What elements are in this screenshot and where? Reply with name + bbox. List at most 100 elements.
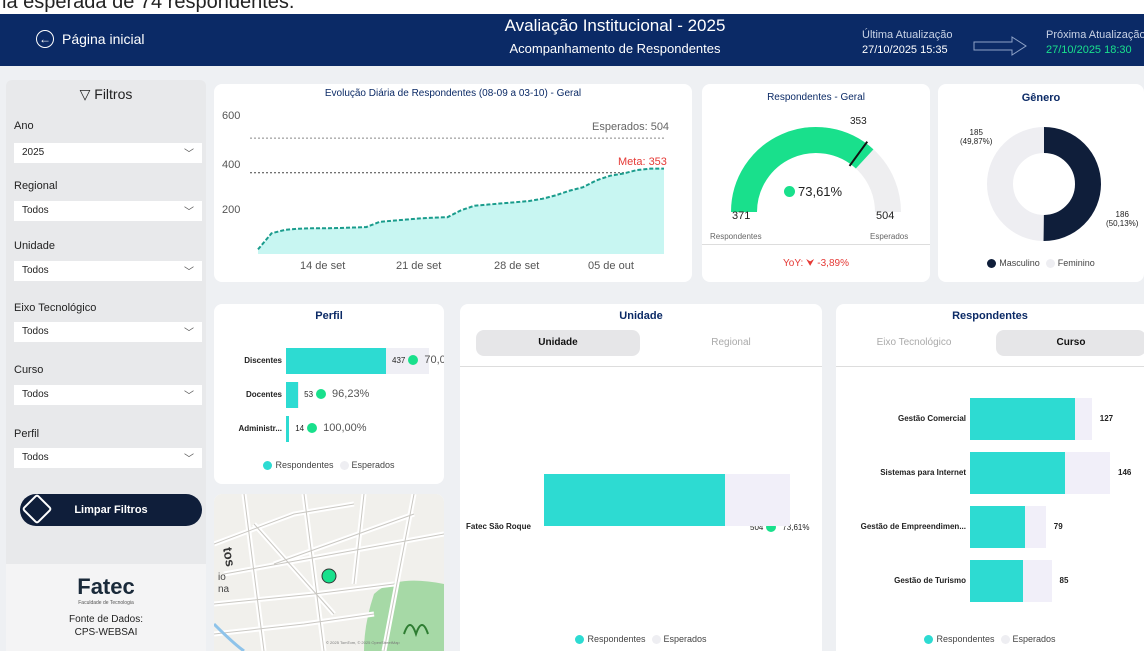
tab-unidade[interactable]: Unidade: [476, 330, 640, 356]
chevron-down-icon: ﹀: [184, 454, 194, 465]
legend-respondentes: Respondentes: [263, 460, 334, 471]
legend-dot-icon: [987, 259, 997, 269]
curso-row-label: Sistemas para Internet: [880, 468, 966, 477]
unidade-legend: Respondentes Esperados: [460, 634, 822, 645]
legend-esperados: Esperados: [1000, 634, 1056, 645]
top-caption: la esperada de 74 respondentes.: [0, 0, 1144, 14]
page-subtitle: Acompanhamento de Respondentes: [509, 41, 721, 56]
eraser-icon: [21, 493, 53, 525]
tab-regional[interactable]: Regional: [656, 330, 806, 356]
status-dot-icon: [307, 423, 318, 433]
perfil-row-value: 14 100,00%: [295, 422, 366, 434]
home-label: Página inicial: [62, 31, 145, 47]
filter-label-regional: Regional: [14, 180, 58, 192]
tab-eixo[interactable]: Eixo Tecnológico: [844, 330, 984, 356]
gauge-fill: [731, 127, 874, 213]
donut-slice-feminino: [987, 127, 1045, 241]
legend-dot-icon: [924, 635, 934, 645]
unidade-card: Unidade Unidade Regional Fatec São Roque…: [460, 304, 822, 651]
gauge-percent: 73,61%: [784, 184, 842, 199]
unidade-bar-respondentes: [544, 474, 726, 526]
gender-left-count: 185: [969, 128, 983, 137]
cursos-title: Respondentes: [952, 310, 1028, 322]
gender-card: Gênero 185 (49,87%) 186 (50,13%) Masculi…: [938, 84, 1144, 282]
filter-select-ano[interactable]: 2025 ﹀: [14, 143, 202, 163]
yoy-value: YoY: ⮟ -3,89%: [783, 258, 849, 269]
filters-title: Filtros: [94, 86, 133, 102]
gauge-meta-value: 353: [850, 116, 867, 127]
clear-filters-button[interactable]: Limpar Filtros: [20, 493, 202, 526]
curso-row-value: 146: [1118, 468, 1132, 477]
source-value: CPS-WEBSAI: [74, 627, 138, 638]
legend-dot-icon: [575, 635, 585, 645]
x-tick-1: 14 de set: [300, 260, 346, 272]
legend-dot-icon: [1045, 259, 1055, 269]
location-marker-icon[interactable]: [321, 568, 337, 584]
filter-value-perfil: Todos: [22, 452, 49, 463]
cursos-legend: Respondentes Esperados: [836, 634, 1144, 645]
filter-label-perfil: Perfil: [14, 428, 40, 440]
perfil-pct: 96,23%: [332, 388, 370, 400]
status-dot-icon: [784, 186, 795, 197]
map-card[interactable]: tos io na © 2025 TomTom, © 2025 OpenStre…: [214, 494, 444, 651]
legend-esperados-label: Esperados: [351, 460, 395, 470]
filter-select-curso[interactable]: Todos ﹀: [14, 385, 202, 405]
fatec-logo: Fatec: [77, 574, 135, 599]
chevron-down-icon: ﹀: [184, 267, 194, 278]
gender-right-pct: (50,13%): [1106, 219, 1139, 228]
perfil-row-label: Administr...: [238, 424, 282, 433]
x-tick-2: 21 de set: [396, 260, 442, 272]
x-tick-3: 28 de set: [494, 260, 540, 272]
curso-bar-respondentes: [970, 452, 1066, 494]
filter-label-unidade: Unidade: [14, 240, 55, 252]
filter-select-unidade[interactable]: Todos ﹀: [14, 261, 202, 281]
curso-row-value: 79: [1053, 522, 1063, 531]
legend-dot-icon: [1000, 635, 1010, 645]
gauge-label-esperados: Esperados: [870, 232, 909, 241]
filter-value-ano: 2025: [22, 147, 45, 158]
daily-evolution-card: Evolução Diária de Respondentes (08-09 a…: [214, 84, 692, 282]
filter-value-eixo: Todos: [22, 326, 49, 337]
legend-dot-icon: [651, 635, 661, 645]
filter-select-perfil[interactable]: Todos ﹀: [14, 448, 202, 468]
legend-dot-icon: [263, 461, 273, 471]
perfil-bar-respondentes: [286, 382, 299, 408]
curso-row-value: 85: [1059, 576, 1069, 585]
filter-select-eixo[interactable]: Todos ﹀: [14, 322, 202, 342]
legend-feminino: Feminino: [1045, 258, 1095, 269]
back-arrow-icon: ←: [36, 30, 54, 48]
donut-slice-masculino: [1043, 127, 1102, 241]
gender-left-pct: (49,87%): [960, 137, 993, 146]
clear-filters-label: Limpar Filtros: [74, 504, 148, 516]
curso-row-label: Gestão Comercial: [897, 414, 966, 423]
legend-esperados-label: Esperados: [663, 634, 707, 644]
fatec-logo-sub: Faculdade de Tecnologia: [78, 600, 134, 606]
gender-right-count: 186: [1115, 210, 1129, 219]
perfil-pct: 70,02%: [424, 354, 444, 366]
home-button[interactable]: ← Página inicial: [36, 30, 145, 48]
next-update-label: Próxima Atualização: [1046, 29, 1144, 41]
filter-select-regional[interactable]: Todos ﹀: [14, 201, 202, 221]
arrow-right-icon: [973, 36, 1027, 56]
filter-value-unidade: Todos: [22, 265, 49, 276]
street-map[interactable]: tos io na © 2025 TomTom, © 2025 OpenStre…: [214, 494, 444, 651]
filter-label-ano: Ano: [14, 120, 34, 132]
source-label: Fonte de Dados:: [69, 614, 143, 625]
perfil-card: Perfil Respondentes Esperados Discentes 4…: [214, 304, 444, 484]
legend-esperados: Esperados: [651, 634, 707, 645]
cursos-card: Respondentes Eixo Tecnológico Curso Resp…: [836, 304, 1144, 651]
perfil-bar-respondentes: [286, 348, 386, 374]
curso-bar-respondentes: [970, 560, 1023, 602]
x-tick-4: 05 de out: [588, 260, 634, 272]
perfil-bar-respondentes: [286, 416, 290, 442]
chevron-down-icon: ﹀: [184, 328, 194, 339]
gender-donut: [987, 127, 1102, 241]
map-credit: © 2025 TomTom, © 2025 OpenStreetMap: [326, 640, 400, 645]
legend-respondentes: Respondentes: [924, 634, 995, 645]
curso-row-label: Gestão de Turismo: [894, 576, 966, 585]
filter-value-curso: Todos: [22, 389, 49, 400]
filter-label-curso: Curso: [14, 364, 44, 376]
map-street-label: io: [218, 572, 226, 583]
gauge-label-respondentes: Respondentes: [710, 232, 762, 241]
tab-curso[interactable]: Curso: [996, 330, 1144, 356]
